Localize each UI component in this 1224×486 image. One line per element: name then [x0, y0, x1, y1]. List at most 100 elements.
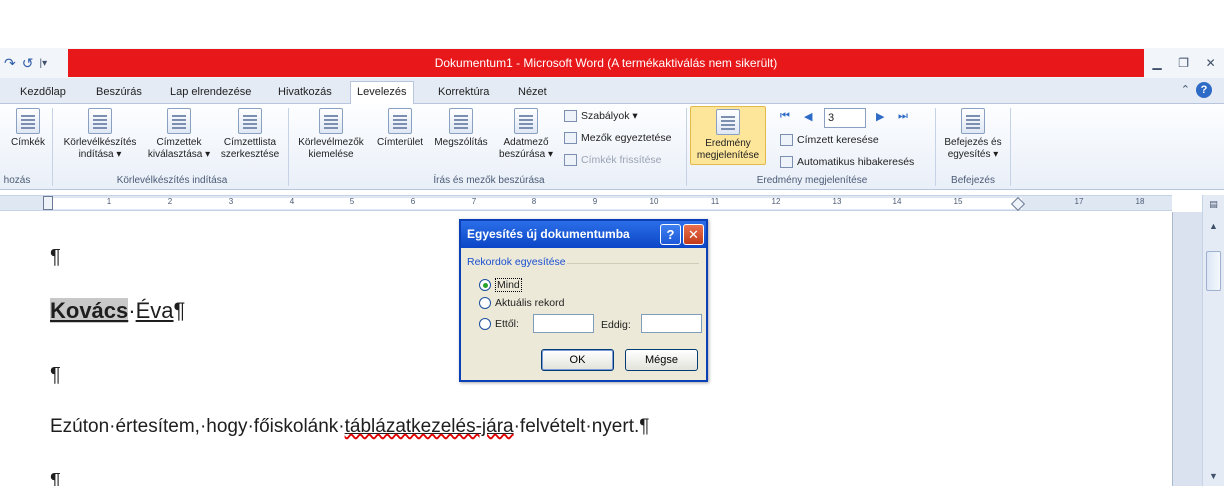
- greeting-line-button[interactable]: Megszólítás: [429, 108, 493, 149]
- merge-records-section-label: Rekordok egyesítése: [467, 256, 566, 268]
- tab-korrektura[interactable]: Korrektúra: [432, 82, 495, 104]
- indent-marker[interactable]: [43, 196, 53, 210]
- finish-merge-icon: [961, 108, 985, 134]
- find-recipient-button[interactable]: Címzett keresése: [780, 134, 879, 146]
- ruler-number: 11: [710, 197, 720, 206]
- merge-field-first-name[interactable]: Éva: [136, 298, 174, 323]
- scroll-up-icon[interactable]: ▲: [1206, 219, 1221, 233]
- empty-paragraph-mark: ¶: [50, 246, 61, 268]
- radio-from-label: Ettől:: [495, 318, 519, 330]
- close-icon[interactable]: ✕: [1206, 56, 1216, 70]
- tab-nezet[interactable]: Nézet: [512, 82, 553, 104]
- match-fields-button[interactable]: Mezők egyeztetése: [564, 132, 671, 144]
- tab-kezdolap[interactable]: Kezdőlap: [14, 82, 72, 104]
- ruler-number: 8: [531, 197, 537, 206]
- insert-merge-field-button[interactable]: Adatmező beszúrása ▾: [494, 108, 558, 161]
- dialog-help-button[interactable]: ?: [660, 224, 681, 245]
- edit-recipient-list-button[interactable]: Címzettlista szerkesztése: [216, 108, 284, 161]
- next-record-icon[interactable]: ▶: [876, 110, 884, 123]
- ok-button[interactable]: OK: [541, 349, 614, 371]
- group-separator: [1010, 108, 1011, 186]
- radio-all-label: Mind: [495, 278, 522, 292]
- radio-all[interactable]: Mind: [479, 278, 522, 292]
- repeat-icon[interactable]: ↺: [22, 55, 34, 72]
- to-record-input[interactable]: [641, 314, 702, 333]
- from-record-input[interactable]: [533, 314, 594, 333]
- tab-beszuras[interactable]: Beszúrás: [90, 82, 148, 104]
- highlight-merge-fields-button[interactable]: Körlevélmezők kiemelése: [292, 108, 370, 161]
- dialog-close-button[interactable]: ✕: [683, 224, 704, 245]
- ruler-number: 9: [592, 197, 598, 206]
- ruler-number: 15: [953, 197, 963, 206]
- space-mark: ·: [128, 298, 136, 323]
- title-bar: ↷ ↺ |▾ Dokumentum1 - Microsoft Word (A t…: [0, 48, 1224, 78]
- merge-to-new-document-dialog: Egyesítés új dokumentumba ? ✕ Rekordok e…: [459, 219, 708, 382]
- customize-qat-icon[interactable]: |▾: [39, 58, 47, 69]
- to-label: Eddig:: [601, 319, 631, 331]
- record-number-input[interactable]: 3: [824, 108, 866, 128]
- first-record-icon[interactable]: ⏮: [780, 110, 790, 123]
- merge-field-course[interactable]: táblázatkezelés-jára: [345, 416, 514, 437]
- cancel-button[interactable]: Mégse: [625, 349, 698, 371]
- greeting-icon: [449, 108, 473, 134]
- group-label-start: Körlevélkészítés indítása: [116, 175, 228, 186]
- ruler-number: 3: [228, 197, 234, 206]
- help-icon[interactable]: ?: [1196, 82, 1212, 98]
- check-errors-icon: [780, 156, 793, 168]
- rules-icon: [564, 110, 577, 122]
- preview-results-button[interactable]: Eredmény megjelenítése: [690, 106, 766, 165]
- restore-icon[interactable]: ❐: [1178, 56, 1189, 70]
- ruler-number: 10: [649, 197, 659, 206]
- minimize-icon[interactable]: ▁: [1152, 56, 1161, 70]
- ruler-number: 2: [167, 197, 173, 206]
- insert-field-icon: [514, 108, 538, 134]
- address-block-button[interactable]: Címterület: [371, 108, 429, 149]
- redo-icon[interactable]: ↷: [4, 55, 16, 72]
- group-separator: [686, 108, 687, 186]
- section-divider: [567, 263, 699, 264]
- scroll-thumb[interactable]: [1206, 251, 1221, 291]
- vertical-scrollbar[interactable]: ▤ ▲ ▼: [1202, 195, 1224, 486]
- ruler-number: 5: [349, 197, 355, 206]
- highlight-fields-icon: [319, 108, 343, 134]
- scroll-down-icon[interactable]: ▼: [1206, 469, 1221, 483]
- labels-button[interactable]: Címkék: [6, 108, 50, 149]
- group-separator: [288, 108, 289, 186]
- name-paragraph: Kovács·Éva¶: [50, 298, 185, 324]
- preview-results-icon: [716, 109, 740, 135]
- tab-hivatkozas[interactable]: Hivatkozás: [272, 82, 338, 104]
- ruler-toggle-icon[interactable]: ▤: [1206, 197, 1221, 211]
- quick-access-toolbar: ↷ ↺ |▾: [0, 48, 68, 78]
- empty-paragraph-mark: ¶: [50, 470, 61, 486]
- last-record-icon[interactable]: ⏭: [898, 110, 908, 123]
- previous-record-icon[interactable]: ◀: [804, 110, 812, 123]
- group-separator: [935, 108, 936, 186]
- radio-all-indicator[interactable]: [479, 279, 491, 291]
- horizontal-ruler: 1 2 3 4 5 6 7 8 9 10 11 12 13 14 15 17 1…: [0, 195, 1172, 212]
- merge-field-last-name[interactable]: Kovács: [50, 298, 129, 323]
- address-block-icon: [388, 108, 412, 134]
- rules-button[interactable]: Szabályok ▾: [564, 110, 638, 122]
- radio-current-record[interactable]: Aktuális rekord: [479, 297, 564, 309]
- body-text-end: ·felvételt·nyert.¶: [513, 416, 650, 437]
- tab-lap-elrendezese[interactable]: Lap elrendezése: [164, 82, 257, 104]
- auto-check-errors-button[interactable]: Automatikus hibakeresés: [780, 156, 914, 168]
- group-label-create: hozás: [3, 175, 31, 186]
- tab-levelezes[interactable]: Levelezés: [350, 81, 414, 105]
- window-title: Dokumentum1 - Microsoft Word (A termékak…: [434, 56, 778, 70]
- minimize-ribbon-icon[interactable]: ⌃: [1181, 83, 1190, 96]
- radio-current-label: Aktuális rekord: [495, 297, 565, 309]
- body-paragraph: Ezúton·értesítem,·hogy·főiskolánk·tábláz…: [50, 416, 649, 438]
- select-recipients-button[interactable]: Címzettek kiválasztása ▾: [143, 108, 215, 161]
- radio-from[interactable]: Ettől:: [479, 318, 519, 330]
- radio-current-indicator[interactable]: [479, 297, 491, 309]
- spelling-error-text: táblázatkezelés-jára: [344, 416, 514, 437]
- ribbon-tabs: Kezdőlap Beszúrás Lap elrendezése Hivatk…: [0, 78, 1224, 105]
- update-labels-button[interactable]: Címkék frissítése: [564, 154, 662, 166]
- radio-from-indicator[interactable]: [479, 318, 491, 330]
- finish-merge-button[interactable]: Befejezés és egyesítés ▾: [940, 108, 1006, 161]
- start-mail-merge-button[interactable]: Körlevélkészítés indítása ▾: [58, 108, 142, 161]
- body-text-start: Ezúton·értesítem,·hogy·főiskolánk·: [50, 416, 345, 437]
- ruler-number: 17: [1074, 197, 1084, 206]
- ruler-number: 1: [106, 197, 112, 206]
